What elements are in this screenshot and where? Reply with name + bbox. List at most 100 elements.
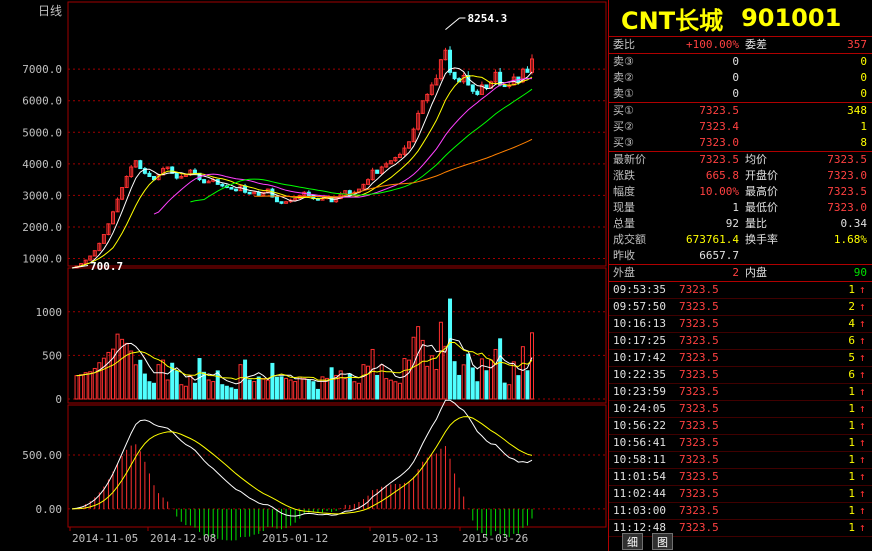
volume-bar [443, 345, 448, 400]
volume-bar [138, 359, 143, 400]
sell-order-row: 卖③ 0 0 [609, 54, 872, 70]
price-tick-label: 7000.0 [22, 63, 62, 76]
volume-bar [151, 382, 156, 400]
order-label: 卖③ [613, 55, 634, 68]
tick-volume: 1 [848, 504, 855, 517]
stat-label-2: 开盘价 [745, 169, 778, 182]
volume-bar [516, 375, 521, 400]
volume-bar [161, 359, 166, 400]
candle-body [452, 71, 457, 80]
volume-bar [174, 370, 179, 400]
tick-volume: 5 [848, 351, 855, 364]
stat-row: 总量 92 量比 0.34 [609, 216, 872, 232]
volume-bar [142, 373, 147, 400]
volume-bar [434, 369, 439, 400]
volume-bar [407, 359, 412, 400]
stat-value-2: 7323.5 [827, 185, 867, 198]
tick-time: 10:56:41 [613, 436, 666, 449]
order-price: 0 [732, 87, 739, 100]
tick-row: 10:17:42 7323.5 5 ↑ [609, 350, 872, 367]
volume-bar [88, 371, 93, 400]
order-volume: 348 [847, 104, 867, 117]
tick-volume: 1 [848, 402, 855, 415]
tick-arrow-icon: ↑ [859, 317, 866, 330]
volume-bar [420, 339, 425, 400]
period-label: 日线 [38, 4, 62, 18]
weicha-value: 357 [847, 38, 867, 51]
tick-arrow-icon: ↑ [859, 504, 866, 517]
volume-tick-label: 500 [42, 349, 62, 362]
tick-row: 09:53:35 7323.5 1 ↑ [609, 282, 872, 299]
volume-bar [379, 364, 384, 400]
weibi-section: 委比 +100.00% 委差 357 [609, 37, 872, 54]
weibi-label: 委比 [613, 38, 635, 51]
bottom-tabs: 细 图 [608, 530, 872, 551]
candle-body [525, 68, 530, 73]
volume-bar [525, 370, 530, 400]
macd-tick-label: 0.00 [36, 503, 63, 516]
tick-row: 11:01:54 7323.5 1 ↑ [609, 469, 872, 486]
tick-price: 7323.5 [679, 453, 719, 466]
order-label: 卖② [613, 71, 634, 84]
date-label: 2014-12-08 [150, 532, 216, 545]
volume-bar [479, 358, 484, 400]
kline-chart-area[interactable]: 日线 7000.0 6000.0 5000.0 4000.0 3000.0 2000.0 10… [0, 0, 608, 551]
volume-bar [206, 379, 211, 400]
tick-volume: 1 [848, 470, 855, 483]
volume-bar [229, 387, 234, 400]
stat-value: 665.8 [705, 169, 739, 182]
tick-row: 10:23:59 7323.5 1 ↑ [609, 384, 872, 401]
order-volume: 0 [860, 87, 867, 100]
tick-price: 7323.5 [679, 402, 719, 415]
tab-detail[interactable]: 细 [622, 533, 643, 550]
candle-body [279, 201, 284, 204]
security-name: CNT长城 [621, 6, 724, 35]
tab-chart[interactable]: 图 [652, 533, 673, 550]
volume-bar [466, 353, 471, 400]
high-label: 8254.3 [467, 12, 507, 25]
order-volume: 1 [860, 120, 867, 133]
volume-bar [397, 382, 402, 400]
stat-value-2: 7323.0 [827, 201, 867, 214]
stat-label-2: 换手率 [745, 233, 778, 246]
stat-label: 幅度 [613, 185, 635, 198]
volume-bar [384, 378, 389, 400]
sell-order-row: 卖② 0 0 [609, 70, 872, 86]
tick-arrow-icon: ↑ [859, 300, 866, 313]
tick-time: 11:01:54 [613, 470, 666, 483]
tick-price: 7323.5 [679, 300, 719, 313]
volume-bar [425, 365, 430, 400]
order-price: 0 [732, 55, 739, 68]
tick-time: 10:56:22 [613, 419, 666, 432]
volume-bar [211, 381, 216, 400]
stat-row: 成交额 673761.4 换手率 1.68% [609, 232, 872, 248]
tick-price: 7323.5 [679, 283, 719, 296]
candle-body [138, 160, 143, 170]
tick-volume: 1 [848, 487, 855, 500]
price-panel-frame [67, 1, 607, 267]
tick-volume: 1 [848, 453, 855, 466]
waipan-section: 外盘 2 内盘 90 [609, 265, 872, 282]
order-volume: 0 [860, 55, 867, 68]
volume-bar [247, 379, 252, 400]
volume-bar [388, 379, 393, 400]
order-label: 买① [613, 104, 634, 117]
tick-list[interactable]: 09:53:35 7323.5 1 ↑ 09:57:50 7323.5 2 ↑ 10:16:13… [609, 282, 872, 537]
macd-tick-label: 500.00 [22, 449, 62, 462]
tick-price: 7323.5 [679, 470, 719, 483]
volume-bar [361, 364, 366, 400]
volume-bar [288, 379, 293, 400]
price-tick-label: 2000.0 [22, 221, 62, 234]
order-price: 7323.5 [699, 104, 739, 117]
high-pointer [445, 17, 460, 30]
order-volume: 8 [860, 136, 867, 149]
kline-chart[interactable]: 日线 7000.0 6000.0 5000.0 4000.0 3000.0 2000.0 10… [0, 0, 608, 551]
tick-price: 7323.5 [679, 487, 719, 500]
stat-value: 92 [725, 217, 739, 230]
stat-value-2: 7323.5 [827, 153, 867, 166]
tick-price: 7323.5 [679, 419, 719, 432]
volume-bar [274, 376, 279, 400]
price-tick-label: 6000.0 [22, 95, 62, 108]
volume-bar [101, 357, 106, 400]
candle-body [233, 188, 238, 192]
